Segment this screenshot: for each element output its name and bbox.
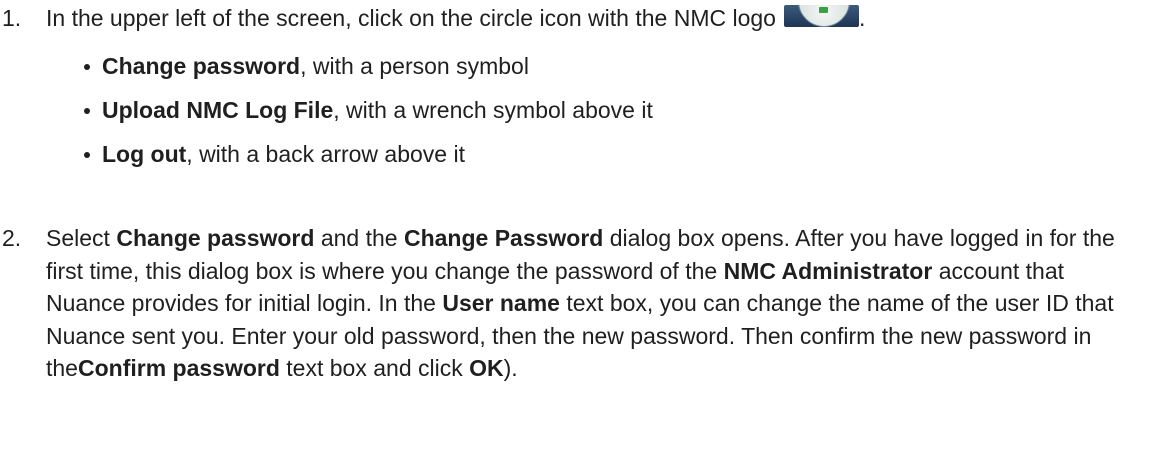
step-text: In the upper left of the screen, click o… <box>46 2 1147 34</box>
text-segment: ). <box>503 355 518 381</box>
option-name: Upload NMC Log File <box>102 97 334 123</box>
step-number: 1. <box>2 5 22 31</box>
bullet-icon <box>84 108 90 114</box>
option-description: , with a wrench symbol above it <box>333 97 653 123</box>
option-name: Change password <box>102 53 301 79</box>
list-item: Upload NMC Log File, with a wrench symbo… <box>84 94 653 126</box>
step-period: . <box>858 5 866 31</box>
step-number: 2. <box>2 225 22 251</box>
ui-term-change-password-dialog: Change Password <box>403 225 604 251</box>
text-segment: text box and click <box>279 355 470 381</box>
step-instruction: In the upper left of the screen, click o… <box>46 5 776 31</box>
bullet-icon <box>84 64 90 70</box>
option-description: , with a person symbol <box>300 53 529 79</box>
ui-term-user-name: User name <box>442 290 560 316</box>
ui-term-ok: OK <box>469 355 504 381</box>
text-segment: Select <box>46 225 117 251</box>
nmc-logo-icon <box>783 5 859 27</box>
step-paragraph: Select Change password and the Change Pa… <box>46 222 1147 385</box>
ui-term-nmc-administrator: NMC Administrator <box>723 257 933 284</box>
list-item: Change password, with a person symbol <box>84 50 653 82</box>
ui-term-change-password: Change password <box>116 225 315 251</box>
option-description: , with a back arrow above it <box>186 141 465 167</box>
list-item: Log out, with a back arrow above it <box>84 138 653 170</box>
text-segment: and the <box>314 225 404 251</box>
ui-term-confirm-password: Confirm password <box>77 355 280 381</box>
menu-options-list: Change password, with a person symbol Up… <box>84 50 653 182</box>
bullet-icon <box>84 152 90 158</box>
option-name: Log out <box>102 141 187 167</box>
